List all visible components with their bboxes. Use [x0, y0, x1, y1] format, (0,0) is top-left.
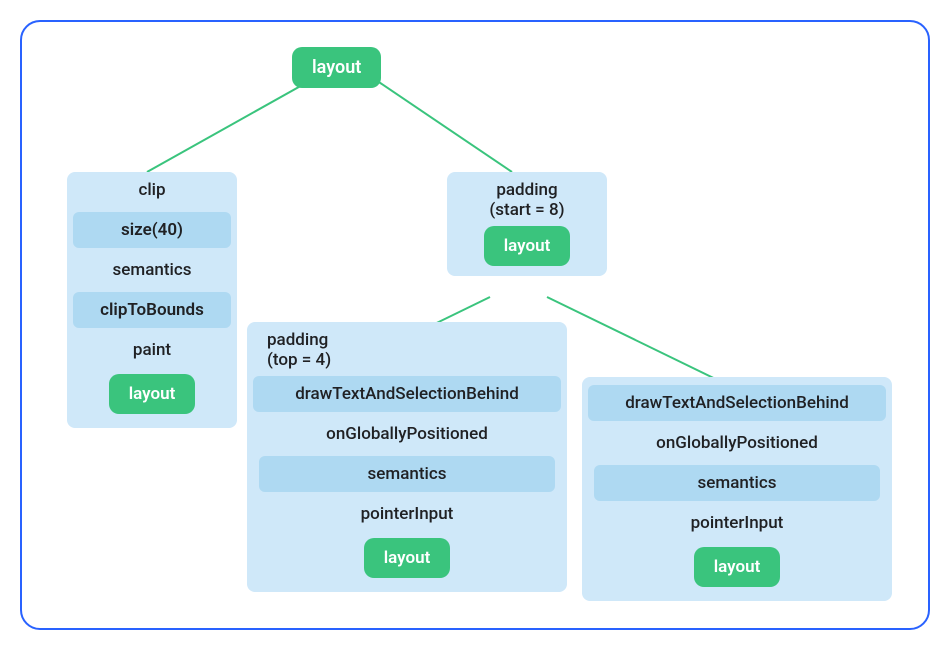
- left-node-box: clip size(40) semantics clipToBounds pai…: [67, 172, 237, 428]
- bottomright-node-box: drawTextAndSelectionBehind onGloballyPos…: [582, 377, 892, 601]
- right-layout-badge: layout: [484, 226, 571, 266]
- bl-padding-line2: (top = 4): [267, 350, 331, 370]
- right-padding-line1: padding: [496, 180, 557, 200]
- bl-padding-line1: padding: [267, 330, 328, 350]
- semantics-label: semantics: [67, 252, 237, 288]
- bl-layout-label: layout: [384, 548, 431, 568]
- diagram-frame: layout clip size(40) semantics clipToBou…: [20, 20, 930, 630]
- br-layout-badge: layout: [694, 547, 781, 587]
- right-layout-label: layout: [504, 236, 551, 256]
- root-layout-node: layout: [292, 47, 381, 88]
- right-padding-label: padding (start = 8): [447, 172, 607, 220]
- cliptobounds-label: clipToBounds: [73, 292, 231, 328]
- bl-semantics-label: semantics: [259, 456, 555, 492]
- br-drawtext-label: drawTextAndSelectionBehind: [588, 385, 886, 421]
- br-pointerinput-label: pointerInput: [588, 505, 886, 541]
- clip-label: clip: [67, 172, 237, 208]
- bottomleft-node-box: padding (top = 4) drawTextAndSelectionBe…: [247, 322, 567, 592]
- right-padding-line2: (start = 8): [489, 200, 564, 220]
- paint-nested-box: paint layout: [73, 332, 231, 424]
- left-layout-badge: layout: [109, 374, 196, 414]
- bl-layout-badge: layout: [364, 538, 451, 578]
- br-nested-box: onGloballyPositioned semantics pointerIn…: [588, 425, 886, 597]
- bl-onglobally-label: onGloballyPositioned: [253, 416, 561, 452]
- paint-label: paint: [73, 332, 231, 368]
- left-layout-label: layout: [129, 384, 176, 404]
- br-semantics-label: semantics: [594, 465, 880, 501]
- br-onglobally-label: onGloballyPositioned: [588, 425, 886, 461]
- bl-pointerinput-label: pointerInput: [253, 496, 561, 532]
- bl-padding-label: padding (top = 4): [247, 322, 567, 372]
- bl-drawtext-label: drawTextAndSelectionBehind: [253, 376, 561, 412]
- bl-nested-box: onGloballyPositioned semantics pointerIn…: [253, 416, 561, 588]
- br-layout-label: layout: [714, 557, 761, 577]
- size-label: size(40): [73, 212, 231, 248]
- root-layout-label: layout: [312, 57, 361, 78]
- right-node-box: padding (start = 8) layout: [447, 172, 607, 276]
